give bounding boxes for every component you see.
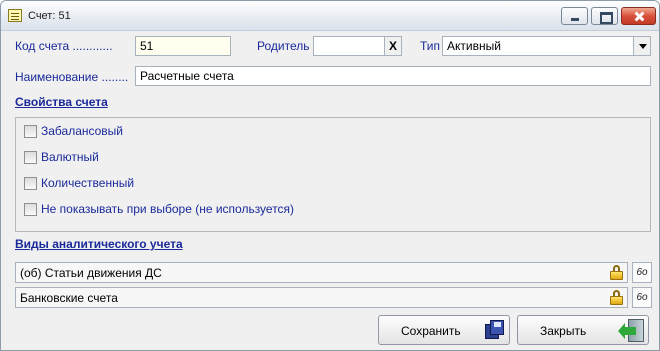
checkbox[interactable]: [24, 177, 37, 190]
maximize-button[interactable]: [591, 7, 618, 25]
close-button-label: Закрыть: [540, 324, 587, 338]
code-input[interactable]: 51: [135, 36, 231, 56]
checkbox-label: Валютный: [41, 150, 99, 164]
name-label: Наименование ........: [15, 70, 128, 84]
save-button[interactable]: Сохранить: [378, 315, 510, 345]
chevron-down-icon[interactable]: [633, 37, 650, 55]
save-disk-icon: [485, 320, 505, 340]
parent-label: Родитель: [257, 39, 310, 53]
checkbox-label: Забалансовый: [41, 124, 124, 138]
parent-input[interactable]: [313, 36, 385, 56]
title-bar[interactable]: Счет: 51: [1, 1, 659, 31]
analytics-row[interactable]: (об) Статьи движения ДС: [15, 262, 628, 283]
glasses-icon[interactable]: 6o: [632, 287, 652, 308]
lock-icon: [610, 290, 623, 305]
name-input[interactable]: Расчетные счета: [135, 66, 651, 86]
app-icon: [8, 9, 22, 22]
analytics-row-label: (об) Статьи движения ДС: [20, 266, 162, 280]
parent-clear-button[interactable]: X: [384, 36, 402, 56]
properties-heading[interactable]: Свойства счета: [15, 95, 108, 109]
type-label: Тип: [420, 39, 441, 53]
glasses-icon[interactable]: 6o: [632, 262, 652, 283]
type-select-value: Активный: [447, 39, 501, 53]
code-label-dots: ............: [72, 39, 113, 53]
save-button-label: Сохранить: [401, 324, 461, 338]
checkbox[interactable]: [24, 151, 37, 164]
name-label-text: Наименование: [15, 70, 99, 84]
lock-icon: [610, 265, 623, 280]
close-button[interactable]: Закрыть: [517, 315, 649, 345]
window-title: Счет: 51: [28, 10, 71, 22]
checkbox[interactable]: [24, 125, 37, 138]
checkbox-label: Не показывать при выборе (не используетс…: [41, 202, 295, 216]
type-select[interactable]: Активный: [442, 36, 651, 56]
minimize-button[interactable]: [561, 7, 588, 25]
analytics-row-label: Банковские счета: [20, 291, 118, 305]
checkbox[interactable]: [24, 203, 37, 216]
analytics-row[interactable]: Банковские счета: [15, 287, 628, 308]
code-label-text: Код счета: [15, 39, 70, 53]
code-label: Код счета ............: [15, 39, 113, 53]
properties-group: Забалансовый Валютный Количественный Не …: [15, 117, 651, 232]
close-window-button[interactable]: [621, 7, 656, 25]
name-label-dots: ........: [101, 70, 129, 84]
analytics-heading[interactable]: Виды аналитического учета: [15, 237, 183, 251]
checkbox-label: Количественный: [41, 176, 135, 190]
exit-door-icon: [618, 319, 646, 343]
account-dialog: Счет: 51 Код счета ............ 51 Родит…: [0, 0, 660, 351]
